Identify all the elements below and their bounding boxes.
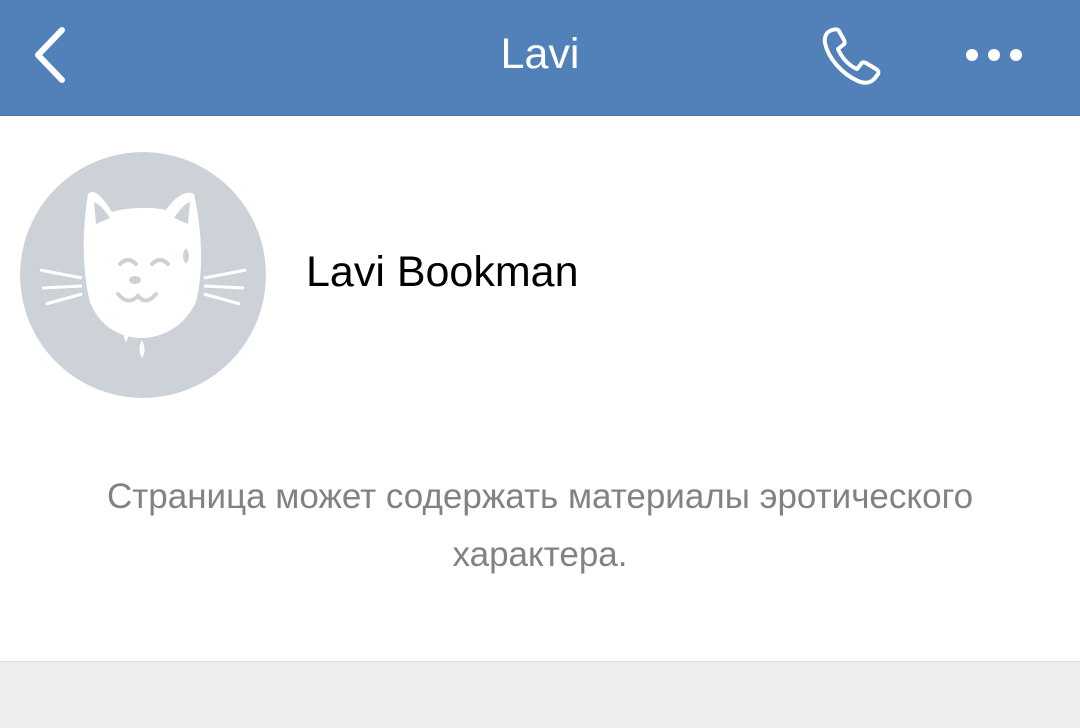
- call-button[interactable]: [818, 22, 892, 92]
- more-dots-icon: [966, 49, 1022, 61]
- avatar[interactable]: [20, 152, 266, 398]
- bottom-background: [0, 661, 1080, 728]
- chevron-left-icon: [35, 27, 65, 83]
- adult-content-warning: Страница может содержать материалы эроти…: [106, 477, 974, 574]
- phone-icon: [822, 27, 881, 85]
- profile-name: Lavi Bookman: [306, 248, 579, 296]
- top-navbar: Lavi: [0, 0, 1080, 116]
- page-title: Lavi: [500, 30, 580, 78]
- cat-avatar-icon: [20, 152, 266, 398]
- profile-section: Lavi Bookman Страница может содержать ма…: [0, 116, 1080, 661]
- more-button[interactable]: [958, 32, 1030, 78]
- back-button[interactable]: [22, 20, 82, 90]
